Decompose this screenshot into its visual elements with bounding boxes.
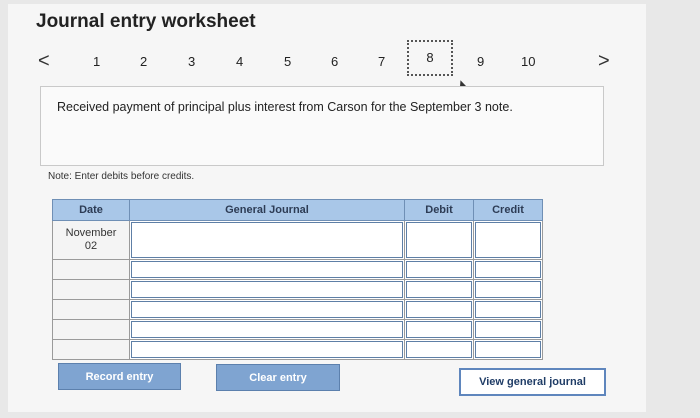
date-cell[interactable] — [52, 279, 130, 300]
credit-input[interactable] — [475, 301, 541, 318]
debit-input[interactable] — [406, 301, 472, 318]
account-input[interactable] — [131, 222, 403, 258]
date-cell[interactable] — [52, 339, 130, 360]
credit-input[interactable] — [475, 341, 541, 358]
debit-input[interactable] — [406, 281, 472, 298]
page-1-button[interactable]: 1 — [93, 54, 100, 69]
account-input[interactable] — [131, 261, 403, 278]
page-navigation: < 1 2 3 4 5 6 7 8 9 10 > — [0, 40, 700, 91]
debit-input[interactable] — [406, 321, 472, 338]
debit-input[interactable] — [406, 341, 472, 358]
journal-header-row: Date General Journal Debit Credit — [52, 199, 543, 221]
credit-cell[interactable] — [473, 319, 543, 340]
page-3-button[interactable]: 3 — [188, 54, 195, 69]
prev-page-button[interactable]: < — [38, 46, 50, 76]
page-9-button[interactable]: 9 — [477, 54, 484, 69]
debit-cell[interactable] — [404, 299, 474, 320]
page-8-button[interactable]: 8 — [407, 40, 453, 76]
page-2-button[interactable]: 2 — [140, 54, 147, 69]
page-6-button[interactable]: 6 — [331, 54, 338, 69]
page-10-button[interactable]: 10 — [521, 54, 535, 69]
account-cell[interactable] — [129, 339, 405, 360]
debit-input[interactable] — [406, 222, 472, 258]
account-cell[interactable] — [129, 299, 405, 320]
debit-input[interactable] — [406, 261, 472, 278]
account-cell[interactable] — [129, 279, 405, 300]
record-entry-button[interactable]: Record entry — [58, 363, 181, 390]
credit-column-header: Credit — [473, 199, 543, 221]
page-4-button[interactable]: 4 — [236, 54, 243, 69]
debit-cell[interactable] — [404, 279, 474, 300]
account-input[interactable] — [131, 281, 403, 298]
account-cell[interactable] — [129, 259, 405, 280]
date-cell[interactable] — [52, 299, 130, 320]
date-column-header: Date — [52, 199, 130, 221]
credit-cell[interactable] — [473, 299, 543, 320]
account-input[interactable] — [131, 321, 403, 338]
credit-cell[interactable] — [473, 259, 543, 280]
table-row — [52, 319, 543, 340]
credit-input[interactable] — [475, 222, 541, 258]
transaction-description-box: Received payment of principal plus inter… — [40, 86, 604, 166]
table-row — [52, 339, 543, 360]
clear-entry-button[interactable]: Clear entry — [216, 364, 340, 391]
entry-note: Note: Enter debits before credits. — [48, 171, 195, 182]
transaction-description: Received payment of principal plus inter… — [57, 100, 513, 114]
view-general-journal-button[interactable]: View general journal — [459, 368, 606, 396]
date-cell[interactable] — [52, 259, 130, 280]
date-value: November 02 — [65, 227, 117, 252]
page-title: Journal entry worksheet — [36, 11, 256, 32]
account-cell[interactable] — [129, 220, 405, 260]
credit-input[interactable] — [475, 261, 541, 278]
debit-cell[interactable] — [404, 319, 474, 340]
date-cell[interactable]: November 02 — [52, 220, 130, 260]
credit-input[interactable] — [475, 321, 541, 338]
table-row — [52, 299, 543, 320]
page-7-button[interactable]: 7 — [378, 54, 385, 69]
debit-cell[interactable] — [404, 259, 474, 280]
debit-column-header: Debit — [404, 199, 474, 221]
table-row — [52, 259, 543, 280]
credit-input[interactable] — [475, 281, 541, 298]
account-column-header: General Journal — [129, 199, 405, 221]
debit-cell[interactable] — [404, 220, 474, 260]
journal-table: Date General Journal Debit Credit Novemb… — [52, 199, 543, 360]
account-cell[interactable] — [129, 319, 405, 340]
account-input[interactable] — [131, 301, 403, 318]
debit-cell[interactable] — [404, 339, 474, 360]
credit-cell[interactable] — [473, 279, 543, 300]
date-cell[interactable] — [52, 319, 130, 340]
table-row: November 02 — [52, 220, 543, 260]
table-row — [52, 279, 543, 300]
page-5-button[interactable]: 5 — [284, 54, 291, 69]
credit-cell[interactable] — [473, 339, 543, 360]
account-input[interactable] — [131, 341, 403, 358]
next-page-button[interactable]: > — [598, 46, 610, 76]
credit-cell[interactable] — [473, 220, 543, 260]
